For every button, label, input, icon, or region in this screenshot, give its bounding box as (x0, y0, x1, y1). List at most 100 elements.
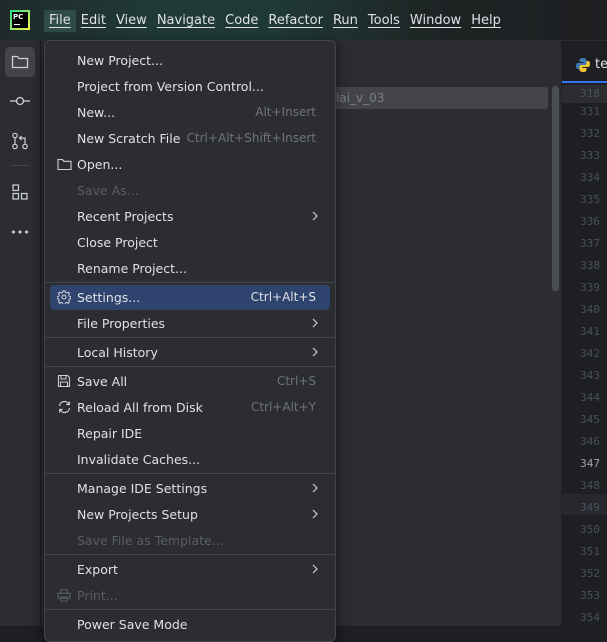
menu-item-label: Settings... (77, 290, 141, 305)
menu-separator (45, 554, 335, 555)
pull-requests-tool-button[interactable] (5, 126, 35, 156)
line-number: 352 (580, 567, 600, 580)
menu-item-label: Power Save Mode (77, 617, 188, 632)
chevron-right-icon (312, 211, 318, 221)
app-logo[interactable]: PC (10, 10, 30, 30)
project-tree-selected-row[interactable]: lai_v_03 (330, 87, 548, 109)
menu-item-recent-projects[interactable]: Recent Projects (50, 204, 330, 229)
menu-item-reload-all[interactable]: Reload All from Disk Ctrl+Alt+Y (50, 395, 330, 420)
line-number: 318 (580, 87, 600, 100)
menu-item-label: Export (77, 562, 118, 577)
commit-tool-button[interactable] (5, 86, 35, 116)
menu-tools[interactable]: Tools (363, 10, 405, 32)
menu-item-rename-project[interactable]: Rename Project... (50, 256, 330, 281)
stripe-separator (10, 165, 30, 166)
chevron-right-icon (312, 318, 318, 328)
menu-item-label: Print... (77, 588, 118, 603)
menu-separator (45, 609, 335, 610)
menu-item-print[interactable]: Print... (50, 583, 330, 608)
more-tools-button[interactable] (5, 217, 35, 247)
line-number: 332 (580, 127, 600, 140)
line-number: 349 (580, 501, 600, 514)
menu-item-label: Invalidate Caches... (77, 452, 201, 467)
menu-separator (45, 337, 335, 338)
menu-item-close-project[interactable]: Close Project (50, 230, 330, 255)
menu-item-label: Local History (77, 345, 158, 360)
project-scrollbar[interactable] (552, 86, 559, 291)
menu-file[interactable]: File (44, 10, 76, 32)
menu-help[interactable]: Help (466, 10, 506, 32)
menu-item-label: Reload All from Disk (77, 400, 203, 415)
menu-item-new-projects-setup[interactable]: New Projects Setup (50, 502, 330, 527)
pull-request-icon (12, 132, 28, 150)
menu-item-power-save-mode[interactable]: Power Save Mode (50, 612, 330, 637)
line-number: 350 (580, 523, 600, 536)
print-icon (56, 587, 72, 603)
menu-item-label: New Projects Setup (77, 507, 198, 522)
menu-window[interactable]: Window (405, 10, 466, 32)
editor-tab[interactable]: tes (562, 51, 607, 79)
menu-item-label: New Project... (77, 53, 163, 68)
menu-item-project-from-vcs[interactable]: Project from Version Control... (50, 74, 330, 99)
save-icon (56, 373, 72, 389)
menu-item-open[interactable]: Open... (50, 152, 330, 177)
menu-item-new-project[interactable]: New Project... (50, 48, 330, 73)
structure-icon (12, 184, 28, 200)
menu-item-export[interactable]: Export (50, 557, 330, 582)
line-number: 339 (580, 281, 600, 294)
menu-item-local-history[interactable]: Local History (50, 340, 330, 365)
main-menu-bar: File Edit View Navigate Code Refactor Ru… (44, 10, 506, 32)
menu-item-manage-ide-settings[interactable]: Manage IDE Settings (50, 476, 330, 501)
project-tool-button[interactable] (5, 47, 35, 77)
line-number: 341 (580, 325, 600, 338)
line-number: 334 (580, 171, 600, 184)
menu-item-shortcut: Ctrl+Alt+Y (250, 400, 316, 414)
menu-item-label: Open... (77, 157, 123, 172)
line-number: 337 (580, 237, 600, 250)
menu-edit[interactable]: Edit (76, 10, 111, 32)
menu-item-save-file-as-template[interactable]: Save File as Template... (50, 528, 330, 553)
menu-item-new[interactable]: New... Alt+Insert (50, 100, 330, 125)
menu-item-save-all[interactable]: Save All Ctrl+S (50, 369, 330, 394)
line-number: 347 (580, 457, 600, 470)
tool-window-stripe (0, 41, 41, 626)
more-icon (12, 230, 28, 234)
reload-icon (56, 399, 72, 415)
menu-navigate[interactable]: Navigate (152, 10, 220, 32)
file-menu-dropdown: New Project... Project from Version Cont… (44, 40, 336, 642)
menu-view[interactable]: View (111, 10, 152, 32)
menu-run[interactable]: Run (328, 10, 363, 32)
menu-item-label: Save File as Template... (77, 533, 224, 548)
project-tree-row-label: lai_v_03 (336, 91, 385, 105)
menu-item-invalidate-caches[interactable]: Invalidate Caches... (50, 447, 330, 472)
line-number: 348 (580, 479, 600, 492)
structure-tool-button[interactable] (5, 177, 35, 207)
menu-item-label: Manage IDE Settings (77, 481, 208, 496)
menu-item-repair-ide[interactable]: Repair IDE (50, 421, 330, 446)
line-number: 344 (580, 391, 600, 404)
line-number: 351 (580, 545, 600, 558)
menu-item-settings[interactable]: Settings... Ctrl+Alt+S (50, 285, 330, 310)
menu-item-label: Repair IDE (77, 426, 143, 441)
chevron-right-icon (312, 347, 318, 357)
folder-icon (11, 55, 29, 69)
menu-item-shortcut: Ctrl+Alt+S (250, 290, 316, 304)
menu-separator (45, 282, 335, 283)
line-number: 354 (580, 611, 600, 624)
line-number: 331 (580, 105, 600, 118)
menu-refactor[interactable]: Refactor (263, 10, 328, 32)
menu-item-label: Project from Version Control... (77, 79, 264, 94)
menu-item-new-scratch-file[interactable]: New Scratch File Ctrl+Alt+Shift+Insert (50, 126, 330, 151)
gear-icon (56, 289, 72, 305)
menu-item-file-properties[interactable]: File Properties (50, 311, 330, 336)
line-number: 336 (580, 215, 600, 228)
line-number: 333 (580, 149, 600, 162)
menu-code[interactable]: Code (220, 10, 263, 32)
app-logo-text: PC (13, 13, 24, 21)
line-number: 340 (580, 303, 600, 316)
menu-item-save-as[interactable]: Save As... (50, 178, 330, 203)
line-number: 343 (580, 369, 600, 382)
menu-item-label: Recent Projects (77, 209, 174, 224)
chevron-right-icon (312, 509, 318, 519)
menu-item-label: New... (77, 105, 116, 120)
